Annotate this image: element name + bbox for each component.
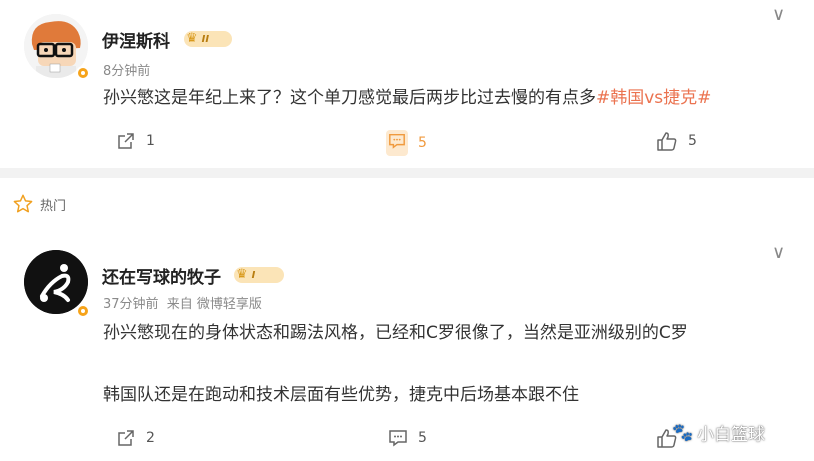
share-icon bbox=[118, 133, 134, 149]
comment-icon bbox=[389, 133, 405, 149]
hashtag-link[interactable]: #韩国vs捷克# bbox=[596, 88, 711, 108]
share-icon bbox=[118, 430, 134, 446]
like-button[interactable]: 5 bbox=[656, 131, 697, 151]
comment-text-body: 孙兴慜这是年纪上来了？这个单刀感觉最后两步比过去慢的有点多 bbox=[103, 88, 596, 108]
watermark: 🐾 小白篮球 bbox=[672, 420, 766, 446]
comment-source: 来自 微博轻享版 bbox=[166, 297, 262, 312]
comment-button[interactable]: 5 bbox=[386, 130, 427, 156]
share-count: 1 bbox=[146, 133, 155, 149]
level-badge: ♛ I bbox=[234, 267, 284, 283]
level-text: I bbox=[251, 269, 256, 281]
hot-label: 热门 bbox=[40, 198, 67, 214]
more-icon[interactable]: ∨ bbox=[772, 4, 785, 25]
comment-time: 37分钟前 bbox=[103, 297, 159, 312]
level-text: II bbox=[201, 33, 210, 45]
comment-card-1: 伊涅斯科 ♛ II 8分钟前 ∨ 孙兴慜这是年纪上来了？这个单刀感觉最后两步比过… bbox=[0, 0, 814, 168]
comment-time: 8分钟前 bbox=[103, 64, 151, 79]
verified-badge-icon bbox=[76, 66, 90, 80]
section-divider bbox=[0, 168, 814, 178]
share-button[interactable]: 1 bbox=[116, 131, 155, 151]
hot-section-header: 热门 bbox=[12, 193, 66, 215]
comment-meta: 37分钟前 来自 微博轻享版 bbox=[103, 293, 262, 312]
username[interactable]: 伊涅斯科 bbox=[102, 27, 170, 52]
comment-button[interactable]: 5 bbox=[388, 428, 427, 448]
comment-icon-wrap bbox=[386, 130, 408, 156]
comment-count: 5 bbox=[418, 430, 427, 446]
crown-icon: ♛ bbox=[236, 267, 248, 282]
more-icon[interactable]: ∨ bbox=[772, 242, 785, 263]
verified-badge-icon bbox=[76, 304, 90, 318]
like-count: 5 bbox=[688, 133, 697, 149]
comment-icon bbox=[389, 430, 407, 447]
paw-icon: 🐾 bbox=[672, 422, 694, 443]
comment-text: 孙兴慜这是年纪上来了？这个单刀感觉最后两步比过去慢的有点多#韩国vs捷克# bbox=[103, 83, 711, 108]
level-badge: ♛ II bbox=[184, 31, 232, 47]
comment-count: 5 bbox=[418, 135, 427, 151]
comment-text-line-2: 韩国队还是在跑动和技术层面有些优势，捷克中后场基本跟不住 bbox=[103, 385, 579, 405]
like-icon bbox=[657, 132, 677, 151]
share-count: 2 bbox=[146, 430, 155, 446]
comment-text-line-1: 孙兴慜现在的身体状态和踢法风格，已经和C罗很像了，当然是亚洲级别的C罗 bbox=[103, 323, 688, 343]
share-button[interactable]: 2 bbox=[116, 428, 155, 448]
star-icon bbox=[13, 194, 33, 213]
username[interactable]: 还在写球的牧子 bbox=[102, 263, 221, 288]
crown-icon: ♛ bbox=[186, 31, 198, 46]
watermark-text: 小白篮球 bbox=[697, 425, 766, 445]
